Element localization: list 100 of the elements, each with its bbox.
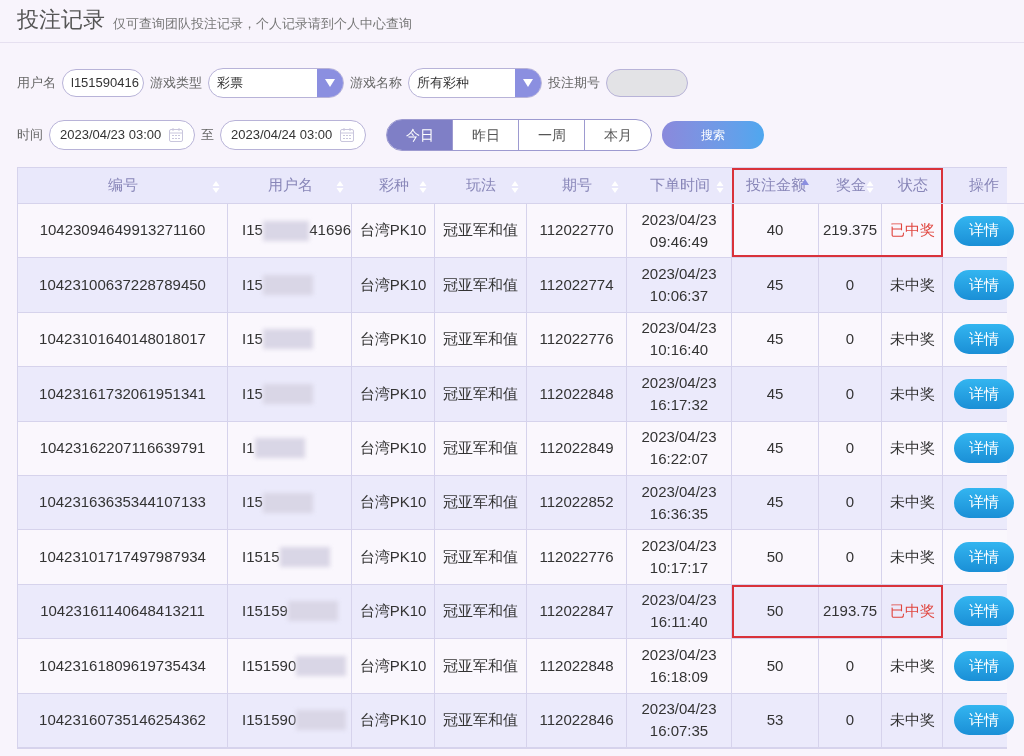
calendar-icon[interactable] xyxy=(168,127,184,143)
details-button[interactable]: 详情 xyxy=(954,270,1014,301)
table-cell: 未中奖 xyxy=(882,367,943,421)
table-cell: 50 xyxy=(732,584,819,639)
table-cell: 0 xyxy=(819,475,882,530)
start-date-field[interactable]: 2023/04/23 03:00 xyxy=(49,120,195,150)
details-button[interactable]: 详情 xyxy=(954,487,1014,518)
table-cell: 112022852 xyxy=(527,475,627,530)
game-name-select[interactable]: 所有彩种 xyxy=(408,68,542,98)
table-cell-text: I1515 xyxy=(242,546,280,567)
details-button[interactable]: 详情 xyxy=(954,324,1014,355)
details-button[interactable]: 详情 xyxy=(954,215,1014,246)
details-button[interactable]: 详情 xyxy=(954,542,1014,573)
table-cell: 未中奖 xyxy=(882,639,943,693)
game-type-select[interactable]: 彩票 xyxy=(208,68,344,98)
table-cell-text: 2023/04/23 xyxy=(641,209,717,230)
table-cell-text: 09:46:49 xyxy=(649,231,709,252)
table-cell: 10423163635344107133 xyxy=(18,475,228,530)
table-cell-text: I15 xyxy=(242,383,263,404)
table-cell: 台湾PK10 xyxy=(352,584,435,639)
table-cell: 0 xyxy=(819,258,882,312)
table-cell-text: I1 xyxy=(242,438,255,458)
table-cell-text: 16:11:40 xyxy=(650,612,708,633)
table-cell: 45 xyxy=(732,367,819,421)
table-cell: 40 xyxy=(732,204,819,258)
table-cell: 0 xyxy=(819,530,882,584)
table-cell-text: I15159 xyxy=(242,601,288,622)
table-cell: 0 xyxy=(819,312,882,367)
details-button[interactable]: 详情 xyxy=(954,378,1014,409)
table-cell: 219.375 xyxy=(819,204,882,258)
table-cell-text: 16:07:35 xyxy=(649,721,709,742)
table-cell: 未中奖 xyxy=(882,693,943,747)
table-cell: 10423161732061951341 xyxy=(18,367,228,421)
table-cell: 台湾PK10 xyxy=(352,367,435,421)
details-button[interactable]: 详情 xyxy=(954,596,1014,627)
date-range-tab[interactable]: 一周 xyxy=(519,120,585,150)
table-cell-text: I15 xyxy=(242,274,263,295)
table-cell: 112022849 xyxy=(527,421,627,475)
table-cell: 50 xyxy=(732,639,819,693)
table-cell: 45 xyxy=(732,475,819,530)
date-range-tab[interactable]: 本月 xyxy=(585,120,651,150)
dropdown-caret-icon[interactable] xyxy=(515,69,541,97)
end-date-field[interactable]: 2023/04/24 03:00 xyxy=(220,120,366,150)
calendar-icon[interactable] xyxy=(339,127,355,143)
table-cell: 未中奖 xyxy=(882,421,943,475)
table-cell: 冠亚军和值 xyxy=(435,530,527,584)
table-cell: 未中奖 xyxy=(882,312,943,367)
table-cell: 冠亚军和值 xyxy=(435,693,527,747)
table-cell: 112022847 xyxy=(527,584,627,639)
table-cell: 10423100637228789450 xyxy=(18,258,228,312)
table-cell: 0 xyxy=(819,421,882,475)
table-cell: 112022846 xyxy=(527,693,627,747)
page-title: 投注记录 xyxy=(17,6,105,34)
table-cell: 冠亚军和值 xyxy=(435,421,527,475)
dropdown-caret-icon[interactable] xyxy=(317,69,343,97)
date-range-tab[interactable]: 今日 xyxy=(387,120,453,150)
table-cell: 台湾PK10 xyxy=(352,258,435,312)
table-cell: 10423161809619735434 xyxy=(18,639,228,693)
table-cell-text: I151590 xyxy=(242,655,297,676)
table-cell-text: 2023/04/23 xyxy=(641,536,717,557)
range-separator: 至 xyxy=(201,126,214,145)
details-button[interactable]: 详情 xyxy=(954,705,1014,736)
table-cell: 0 xyxy=(819,693,882,747)
table-cell: 已中奖 xyxy=(882,204,943,258)
table-cell-text: I15 xyxy=(242,492,263,513)
search-button[interactable]: 搜索 xyxy=(662,121,764,149)
date-range-tab[interactable]: 昨日 xyxy=(453,120,519,150)
table-cell-text: 2023/04/23 xyxy=(641,372,717,393)
username-field[interactable]: l151590416 xyxy=(62,69,144,97)
details-button[interactable]: 详情 xyxy=(954,433,1014,464)
page-subtitle: 仅可查询团队投注记录，个人记录请到个人中心查询 xyxy=(113,14,412,33)
table-cell-text: 2023/04/23 xyxy=(641,590,717,611)
table-cell: 112022776 xyxy=(527,312,627,367)
table-cell: 10423161140648413211 xyxy=(18,584,228,639)
details-button[interactable]: 详情 xyxy=(954,650,1014,681)
table-cell-text: 10:17:17 xyxy=(649,558,709,579)
table-cell: 冠亚军和值 xyxy=(435,639,527,693)
table-cell-text: 2023/04/23 xyxy=(641,699,717,720)
table-cell-text: 2023/04/23 xyxy=(641,318,717,339)
table-cell: 112022770 xyxy=(527,204,627,258)
table-cell-text: 16:22:07 xyxy=(649,449,709,470)
table-cell: 冠亚军和值 xyxy=(435,584,527,639)
table-cell: 未中奖 xyxy=(882,530,943,584)
redaction-blur xyxy=(254,438,305,459)
table-cell-text: 10:16:40 xyxy=(649,340,709,361)
table-cell: 未中奖 xyxy=(882,258,943,312)
table-cell: 冠亚军和值 xyxy=(435,475,527,530)
table-cell: 冠亚军和值 xyxy=(435,204,527,258)
table-cell-text: I15 xyxy=(242,220,263,241)
table-cell-text: 2023/04/23 xyxy=(641,264,717,285)
table-cell: 53 xyxy=(732,693,819,747)
table-cell: 台湾PK10 xyxy=(352,693,435,747)
field-label: 游戏名称 xyxy=(350,74,402,93)
table-cell: 台湾PK10 xyxy=(352,475,435,530)
table-cell: 50 xyxy=(732,530,819,584)
table-cell: 112022776 xyxy=(527,530,627,584)
table-cell-text: 2023/04/23 xyxy=(641,481,717,502)
redaction-blur xyxy=(296,655,347,676)
table-cell-text: 2023/04/23 xyxy=(641,644,717,665)
table-cell: 台湾PK10 xyxy=(352,312,435,367)
